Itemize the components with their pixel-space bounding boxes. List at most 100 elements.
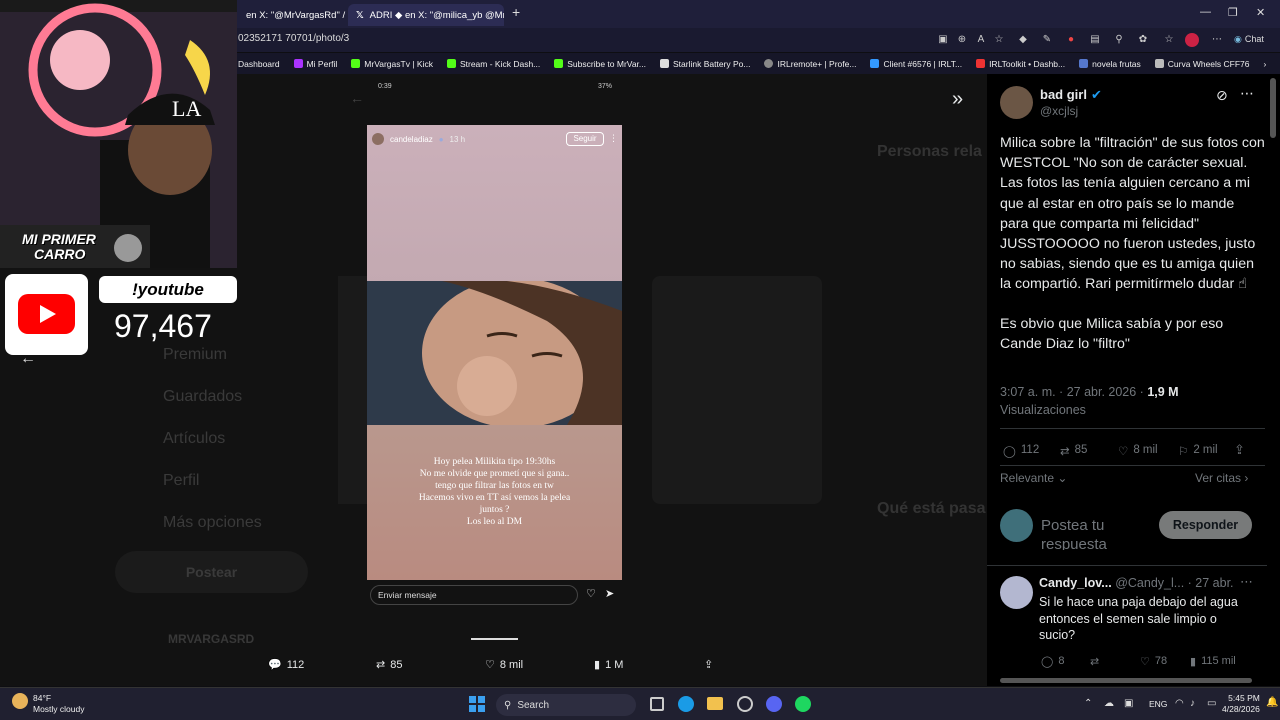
menu-articulos[interactable]: Artículos	[163, 430, 225, 448]
notification-icon[interactable]: 🔔	[1266, 697, 1278, 708]
zoom-icon[interactable]: ⊕	[955, 33, 969, 47]
bookmark[interactable]: Dashboard	[238, 59, 280, 69]
menu-guardados[interactable]: Guardados	[163, 388, 242, 406]
close-window-icon[interactable]: ✕	[1256, 6, 1265, 19]
more-icon[interactable]: ⋯	[1210, 33, 1224, 47]
language-indicator[interactable]: ENG	[1149, 699, 1167, 709]
edge-icon[interactable]	[678, 696, 694, 712]
browser-tab-active[interactable]: 𝕏 ADRI ◆ en X: "@milica_yb @MrVar" ✕	[348, 4, 504, 26]
heart-icon: ♡	[1118, 446, 1129, 458]
copilot-chat-button[interactable]: ◉ Chat	[1234, 34, 1264, 45]
reply-action[interactable]: ◯ 112	[1003, 444, 1039, 458]
app-icon[interactable]: ▣	[936, 33, 950, 47]
bookmark[interactable]: Starlink Battery Po...	[660, 59, 750, 69]
wifi-icon[interactable]: ◠	[1175, 698, 1184, 709]
onedrive-icon[interactable]: ☁	[1104, 698, 1114, 709]
author-handle[interactable]: @xcjlsj	[1040, 104, 1078, 118]
reply-stat[interactable]: 💬 112	[268, 658, 304, 672]
read-aloud-icon[interactable]: A	[974, 33, 988, 47]
minimize-icon[interactable]: —	[1200, 6, 1211, 18]
bookmark[interactable]: IRLToolkit • Dashb...	[976, 59, 1065, 69]
bookmark[interactable]: MrVargasTv | Kick	[351, 59, 433, 69]
extension-icon[interactable]: ▤	[1088, 33, 1102, 47]
bookmark[interactable]: IRLremote+ | Profe...	[764, 59, 856, 69]
chevron-up-icon[interactable]: ⌃	[1084, 698, 1092, 709]
more-icon[interactable]: ⋯	[1240, 85, 1254, 102]
favorite-star-icon[interactable]: ☆	[992, 33, 1006, 47]
weather-widget[interactable]: 84°F Mostly cloudy	[33, 693, 85, 715]
reply-button[interactable]: Responder	[1159, 511, 1252, 539]
story-time: 13 h	[449, 134, 466, 144]
file-explorer-icon[interactable]	[707, 697, 723, 710]
reply-author-name[interactable]: Candy_lov...	[1039, 576, 1112, 590]
reply-author-avatar[interactable]	[1000, 576, 1033, 609]
send-icon[interactable]: ➤	[605, 587, 614, 600]
repost-icon[interactable]: ⇄	[1090, 655, 1099, 668]
author-avatar[interactable]	[1000, 86, 1033, 119]
menu-perfil[interactable]: Perfil	[163, 472, 199, 490]
views-stat[interactable]: ▮ 1 M	[594, 658, 623, 672]
bookmark[interactable]: Mi Perfil	[293, 59, 337, 69]
bookmark[interactable]: Client #6576 | IRLT...	[870, 59, 962, 69]
bookmark[interactable]: Subscribe to MrVar...	[554, 59, 646, 69]
scrollbar[interactable]	[1270, 78, 1276, 138]
views-count[interactable]: ▮ 115 mil	[1190, 655, 1236, 668]
heart-icon[interactable]: ♡	[586, 587, 596, 600]
chevron-right-icon[interactable]: ›	[1264, 59, 1267, 69]
extensions-icon[interactable]: ✿	[1136, 33, 1150, 47]
profile-avatar[interactable]	[1185, 33, 1199, 47]
clock[interactable]: 5:45 PM 4/28/2026	[1222, 693, 1260, 715]
new-tab-button[interactable]: +	[512, 4, 520, 20]
story-avatar[interactable]	[372, 133, 384, 145]
divider	[1000, 428, 1265, 429]
like-count[interactable]: ♡ 78	[1140, 655, 1167, 668]
browser-tab[interactable]: en X: "@MrVargasRd" / X ✕	[238, 4, 348, 26]
maximize-icon[interactable]: ❐	[1228, 6, 1238, 19]
menu-mas-opciones[interactable]: Más opciones	[163, 514, 262, 532]
like-stat[interactable]: ♡ 8 mil	[485, 658, 523, 672]
app-icon[interactable]	[737, 696, 753, 712]
follow-button[interactable]: Seguir	[566, 132, 604, 146]
back-arrow-icon[interactable]: ←	[350, 90, 364, 106]
share-icon[interactable]: ⇪	[1234, 442, 1245, 458]
taskbar-search[interactable]: ⚲ Search	[496, 694, 636, 716]
bookmark[interactable]: Curva Wheels CFF76	[1154, 59, 1250, 69]
repost-action[interactable]: ⇄ 85	[1060, 444, 1087, 458]
grok-icon[interactable]: ⊘	[1216, 87, 1228, 104]
story-username[interactable]: candeladiaz	[390, 135, 433, 144]
extension-icon[interactable]: ◆	[1016, 33, 1030, 47]
horizontal-scrollbar[interactable]	[1000, 678, 1252, 683]
status-battery: 37%	[598, 83, 613, 90]
url-field[interactable]: 02352171 70701/photo/3	[238, 33, 349, 44]
collapse-panel-icon[interactable]: »	[952, 88, 963, 111]
discord-icon[interactable]	[766, 696, 782, 712]
sort-dropdown[interactable]: Relevante ⌄	[1000, 471, 1067, 485]
like-action[interactable]: ♡ 8 mil	[1118, 444, 1158, 458]
reply-count[interactable]: ◯ 8	[1041, 655, 1064, 668]
send-message-input[interactable]: Enviar mensaje	[370, 585, 578, 605]
menu-premium[interactable]: Premium	[163, 346, 227, 364]
more-icon[interactable]: ⋮	[609, 133, 618, 144]
task-view-icon[interactable]	[650, 697, 664, 711]
view-quotes-link[interactable]: Ver citas ›	[1195, 471, 1248, 485]
spotify-icon[interactable]	[795, 696, 811, 712]
bookmark[interactable]: novela frutas	[1079, 59, 1141, 69]
extension-icon[interactable]: ✎	[1040, 33, 1054, 47]
author-name[interactable]: bad girl	[1040, 87, 1087, 103]
bookmark-action[interactable]: ⚐ 2 mil	[1178, 444, 1218, 458]
story-header: candeladiaz ● 13 h	[372, 133, 465, 145]
favorites-icon[interactable]: ☆	[1162, 33, 1176, 47]
windows-start-icon[interactable]	[469, 696, 485, 712]
volume-icon[interactable]: ♪	[1190, 698, 1195, 709]
reply-input[interactable]: Postea tu respuesta	[1041, 516, 1131, 550]
extension-icon[interactable]: ⚲	[1112, 33, 1126, 47]
bookmark[interactable]: Stream - Kick Dash...	[446, 59, 540, 69]
author-name-row[interactable]: bad girl ✔	[1040, 87, 1102, 103]
extension-icon[interactable]: ●	[1064, 33, 1078, 47]
repost-stat[interactable]: ⇄ 85	[376, 658, 402, 672]
share-icon[interactable]: ⇪	[704, 658, 713, 671]
post-button[interactable]: Postear	[115, 551, 308, 593]
battery-icon[interactable]: ▭	[1207, 698, 1216, 709]
more-icon[interactable]: ⋯	[1240, 574, 1253, 590]
tray-icon[interactable]: ▣	[1124, 698, 1133, 709]
